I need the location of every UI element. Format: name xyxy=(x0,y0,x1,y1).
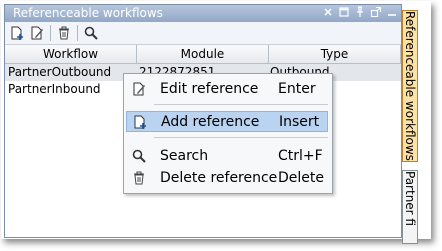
menu-item-label: Delete reference xyxy=(160,169,278,186)
menu-item-label: Add reference xyxy=(161,113,260,130)
toolbar-separator xyxy=(50,25,51,41)
panel-titlebar: Referenceable workflows xyxy=(5,5,401,22)
column-header-type[interactable]: Type xyxy=(269,45,401,63)
menu-item-delete-reference[interactable]: Delete reference Delete xyxy=(126,167,328,188)
context-menu: Edit reference Enter Add reference Inser… xyxy=(123,73,333,194)
menu-separator xyxy=(154,104,328,105)
search-icon[interactable] xyxy=(82,24,100,42)
menu-item-add-reference[interactable]: Add reference Insert xyxy=(126,111,328,132)
add-icon xyxy=(127,114,153,130)
menu-item-shortcut: Delete xyxy=(278,169,324,186)
edit-icon xyxy=(126,81,152,97)
menu-item-search[interactable]: Search Ctrl+F xyxy=(126,145,328,166)
delete-icon xyxy=(126,170,152,186)
column-header-workflow[interactable]: Workflow xyxy=(5,45,137,63)
table-header: Workflow Module Type xyxy=(5,45,401,64)
toolbar-separator xyxy=(77,25,78,41)
cell-workflow: PartnerInbound xyxy=(8,82,101,96)
search-icon xyxy=(126,148,152,164)
window-frame: Referenceable workflows Workflow Module … xyxy=(1,1,431,244)
menu-separator xyxy=(154,137,328,138)
edit-icon[interactable] xyxy=(28,24,46,42)
menu-item-label: Search xyxy=(160,147,209,164)
menu-item-edit-reference[interactable]: Edit reference Enter xyxy=(126,78,328,99)
panel-toolbar xyxy=(5,22,401,45)
minimize-icon[interactable] xyxy=(385,6,399,20)
delete-icon[interactable] xyxy=(55,24,73,42)
pin-icon[interactable] xyxy=(353,6,367,20)
panel-title: Referenceable workflows xyxy=(13,6,163,20)
close-icon[interactable] xyxy=(321,6,335,20)
undock-icon[interactable] xyxy=(369,6,383,20)
tab-partner[interactable]: Partner fi xyxy=(402,170,418,244)
maximize-icon[interactable] xyxy=(337,6,351,20)
column-header-module[interactable]: Module xyxy=(137,45,269,63)
cell-workflow: PartnerOutbound xyxy=(8,65,112,79)
tab-referenceable-workflows[interactable]: Referenceable workflows xyxy=(402,10,418,162)
add-icon[interactable] xyxy=(8,24,26,42)
menu-item-shortcut: Enter xyxy=(278,80,316,97)
menu-item-shortcut: Insert xyxy=(279,113,320,130)
menu-item-shortcut: Ctrl+F xyxy=(278,147,323,164)
menu-item-label: Edit reference xyxy=(160,80,259,97)
